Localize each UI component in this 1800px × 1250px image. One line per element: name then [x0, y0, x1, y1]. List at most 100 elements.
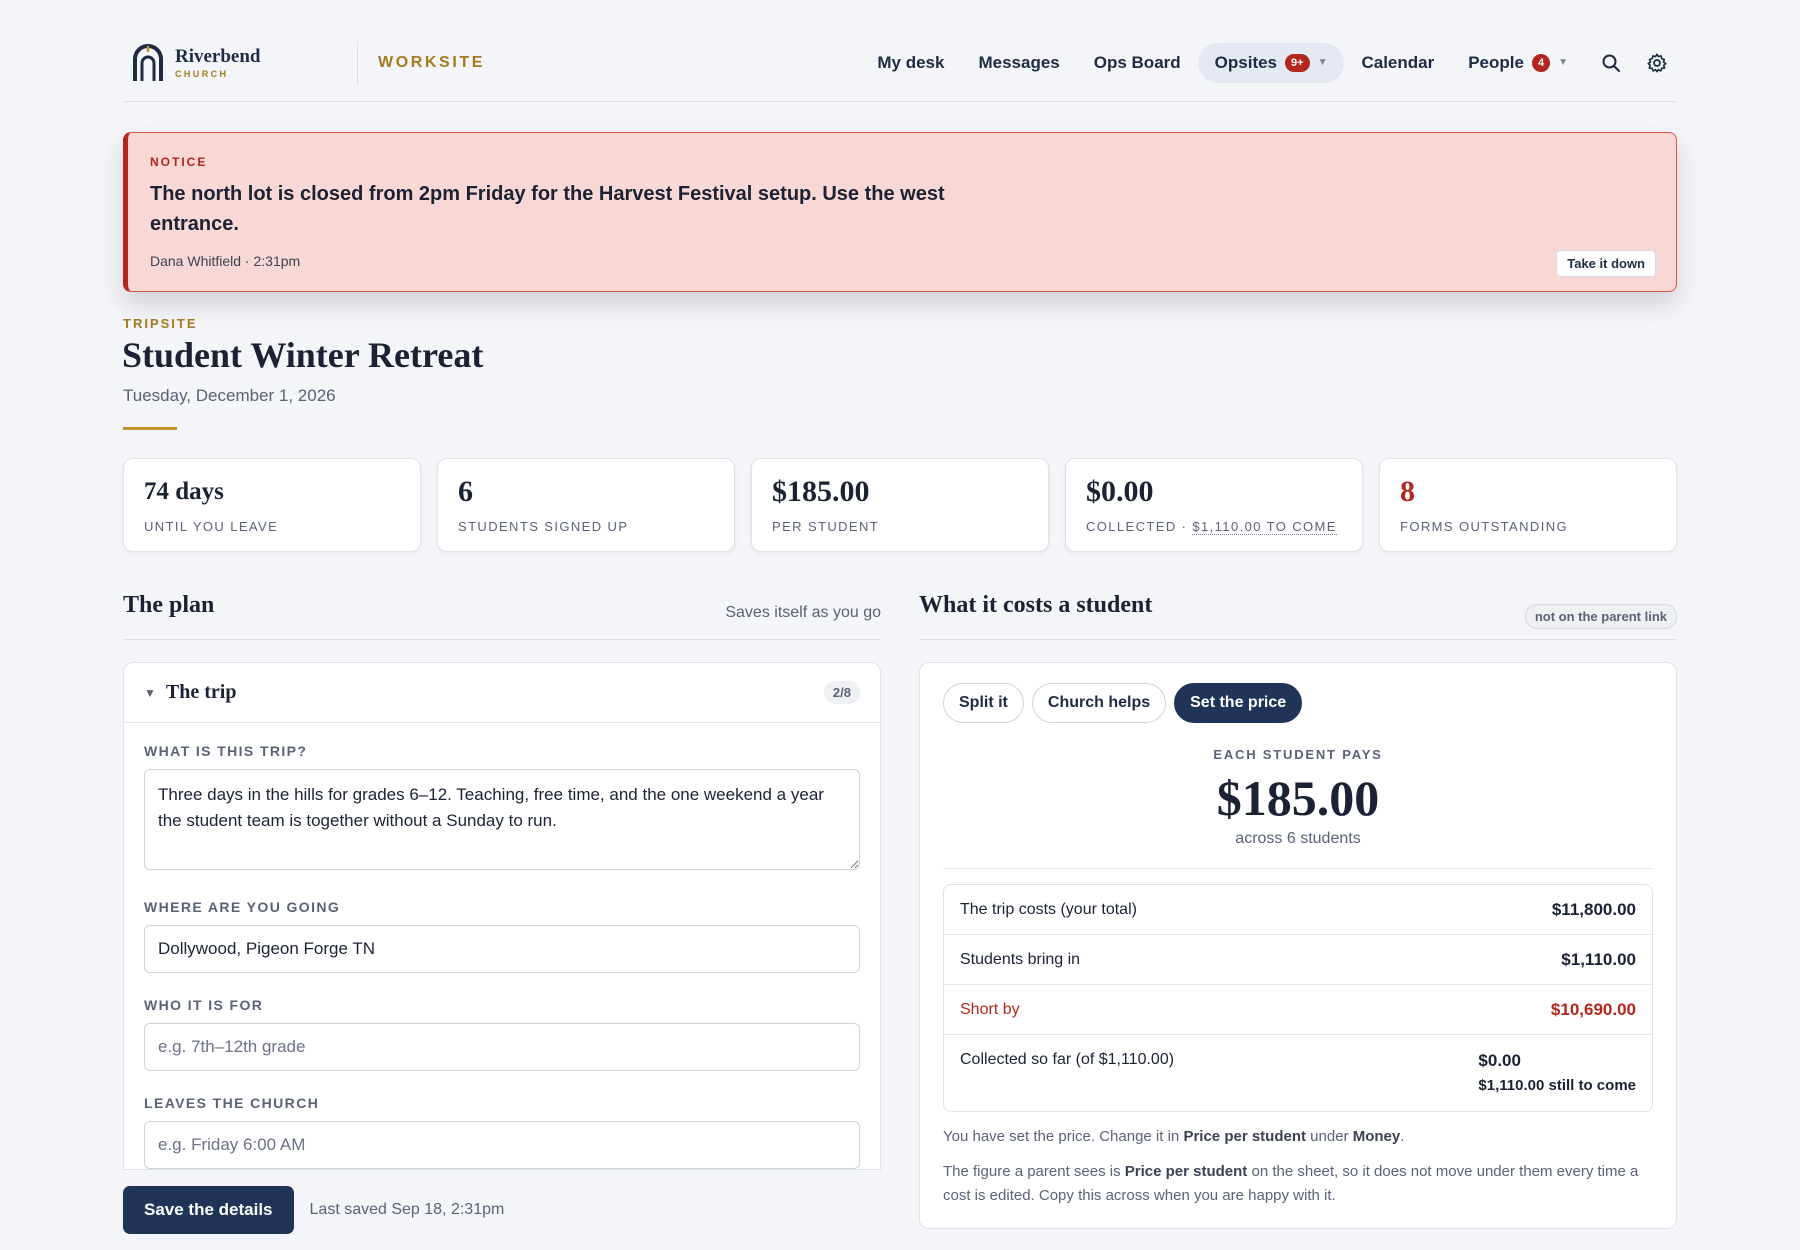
- row-amount: $11,800.00: [1551, 899, 1636, 919]
- note-text: under: [1306, 1128, 1353, 1145]
- field-label: LEAVES THE CHURCH: [144, 1095, 320, 1111]
- trip-form: WHAT IS THIS TRIP? Three days in the hil…: [124, 723, 880, 1169]
- trip-description-field[interactable]: Three days in the hills for grades 6–12.…: [144, 769, 860, 870]
- nav-label: Opsites: [1214, 52, 1278, 72]
- stat-value: $0.00: [1086, 475, 1154, 508]
- field-label: WHO IT IS FOR: [144, 997, 264, 1013]
- nav-label: Messages: [978, 52, 1060, 72]
- note-text: The figure a parent sees is: [943, 1163, 1125, 1180]
- chevron-down-icon: ▼: [1317, 57, 1328, 68]
- stat-days-until: 74 days UNTIL YOU LEAVE: [123, 458, 421, 552]
- field-group-what: WHAT IS THIS TRIP? Three days in the hil…: [144, 743, 860, 875]
- take-down-button[interactable]: Take it down: [1556, 250, 1656, 277]
- price-per-student: $185.00: [1216, 770, 1380, 826]
- cost-header: What it costs a student not on the paren…: [919, 592, 1677, 640]
- row-label: Short by: [960, 1000, 1020, 1018]
- cost-heading: What it costs a student: [919, 592, 1153, 618]
- audience-field[interactable]: [144, 1023, 860, 1071]
- field-group-where: WHERE ARE YOU GOING: [144, 899, 860, 973]
- field-group-leaves: LEAVES THE CHURCH: [144, 1095, 860, 1169]
- row-label: Students bring in: [960, 950, 1081, 968]
- stat-label: FORMS OUTSTANDING: [1400, 519, 1568, 534]
- to-come-link[interactable]: $1,110.00 TO COME: [1192, 519, 1337, 535]
- settings-button[interactable]: [1637, 43, 1677, 83]
- nav-my-desk[interactable]: My desk: [860, 43, 961, 83]
- stat-value: 8: [1400, 475, 1415, 508]
- pays-kicker: EACH STUDENT PAYS: [1213, 747, 1383, 762]
- divider: [943, 868, 1653, 869]
- stat-students: 6 STUDENTS SIGNED UP: [437, 458, 735, 552]
- opsites-count-badge: 9+: [1285, 53, 1310, 72]
- field-label: WHERE ARE YOU GOING: [144, 899, 341, 915]
- parent-figure-note: The figure a parent sees is Price per st…: [943, 1160, 1653, 1208]
- tab-split-it[interactable]: Split it: [943, 683, 1024, 723]
- stat-value: 74 days: [144, 478, 224, 505]
- collected-values: $0.00 $1,110.00 still to come: [1478, 1051, 1636, 1094]
- brand-logo[interactable]: Riverbend CHURCH: [131, 43, 357, 83]
- chevron-down-icon: ▼: [1558, 57, 1568, 68]
- nav-messages[interactable]: Messages: [961, 43, 1076, 83]
- church-arch-icon: [133, 43, 163, 81]
- tab-set-the-price[interactable]: Set the price: [1174, 683, 1303, 723]
- nav-people[interactable]: People 4 ▼: [1451, 43, 1585, 83]
- stat-collected: $0.00 COLLECTED · $1,110.00 TO COME: [1065, 458, 1363, 552]
- section-title: The trip: [165, 681, 237, 703]
- notice-banner: NOTICE The north lot is closed from 2pm …: [123, 132, 1677, 292]
- save-bar: Save the details Last saved Sep 18, 2:31…: [123, 1170, 881, 1250]
- cost-row-students-bring: Students bring in $1,110.00: [944, 935, 1652, 985]
- stat-forms-outstanding: 8 FORMS OUTSTANDING: [1379, 458, 1677, 552]
- nav-label: Ops Board: [1093, 52, 1181, 72]
- main-nav: My desk Messages Ops Board Opsites 9+ ▼ …: [860, 42, 1677, 83]
- gear-icon: [1647, 52, 1667, 73]
- nav-label: My desk: [877, 52, 945, 72]
- brand-name: Riverbend: [175, 45, 261, 67]
- nav-calendar[interactable]: Calendar: [1344, 43, 1451, 83]
- plan-panel: ▼ The trip 2/8 WHAT IS THIS TRIP? Three …: [123, 662, 881, 1170]
- plan-header: The plan Saves itself as you go: [123, 592, 881, 640]
- notice-message: The north lot is closed from 2pm Friday …: [150, 183, 945, 235]
- search-icon: [1602, 54, 1620, 72]
- note-emphasis: Price per student: [1183, 1128, 1306, 1145]
- cost-row-collected: Collected so far (of $1,110.00) $0.00 $1…: [944, 1035, 1652, 1111]
- price-set-note: You have set the price. Change it in Pri…: [943, 1126, 1653, 1148]
- price-summary: EACH STUDENT PAYS $185.00 across 6 stude…: [943, 747, 1653, 848]
- nav-ops-board[interactable]: Ops Board: [1077, 43, 1198, 83]
- row-label: The trip costs (your total): [960, 900, 1137, 918]
- page-kicker: TRIPSITE: [123, 316, 198, 331]
- save-details-button[interactable]: Save the details: [123, 1186, 294, 1234]
- search-button[interactable]: [1591, 43, 1631, 83]
- title-underline: [123, 427, 177, 430]
- section-progress-badge: 2/8: [823, 681, 860, 704]
- stat-per-student: $185.00 PER STUDENT: [751, 458, 1049, 552]
- notice-author: Dana Whitfield · 2:31pm: [150, 253, 301, 269]
- note-emphasis: Price per student: [1124, 1163, 1248, 1180]
- stat-value: $185.00: [772, 475, 870, 508]
- note-text: You have set the price. Change it in: [943, 1128, 1184, 1145]
- autosave-note: Saves itself as you go: [725, 604, 881, 621]
- stat-label: STUDENTS SIGNED UP: [458, 519, 629, 534]
- row-amount: $1,110.00: [1561, 949, 1636, 969]
- top-bar: Riverbend CHURCH WORKSITE My desk Messag…: [123, 24, 1677, 102]
- brand-sub: CHURCH: [175, 68, 229, 79]
- people-count-badge: 4: [1531, 53, 1551, 72]
- stat-label: COLLECTED · $1,110.00 TO COME: [1086, 519, 1342, 535]
- pricing-mode-tabs: Split it Church helps Set the price: [943, 683, 1653, 723]
- last-saved-text: Last saved Sep 18, 2:31pm: [309, 1201, 505, 1218]
- trip-section-toggle[interactable]: ▼ The trip 2/8: [124, 663, 880, 723]
- departure-field[interactable]: [144, 1121, 860, 1169]
- parent-link-pill: not on the parent link: [1524, 604, 1677, 629]
- stat-label: PER STUDENT: [772, 519, 880, 534]
- cost-row-short-by: Short by $10,690.00: [944, 985, 1652, 1035]
- stat-label: UNTIL YOU LEAVE: [144, 519, 279, 534]
- nav-label: People: [1468, 52, 1524, 72]
- row-amount: $10,690.00: [1550, 999, 1636, 1019]
- note-emphasis: Money: [1352, 1128, 1401, 1145]
- stat-cards: 74 days UNTIL YOU LEAVE 6 STUDENTS SIGNE…: [123, 458, 1677, 552]
- destination-field[interactable]: [144, 925, 860, 973]
- student-count-note: across 6 students: [1235, 830, 1361, 847]
- row-label: Collected so far (of $1,110.00): [960, 1051, 1175, 1068]
- notice-kicker: NOTICE: [150, 155, 208, 169]
- tab-church-helps[interactable]: Church helps: [1031, 683, 1167, 723]
- note-text: .: [1400, 1128, 1405, 1145]
- nav-opsites[interactable]: Opsites 9+ ▼: [1197, 42, 1345, 83]
